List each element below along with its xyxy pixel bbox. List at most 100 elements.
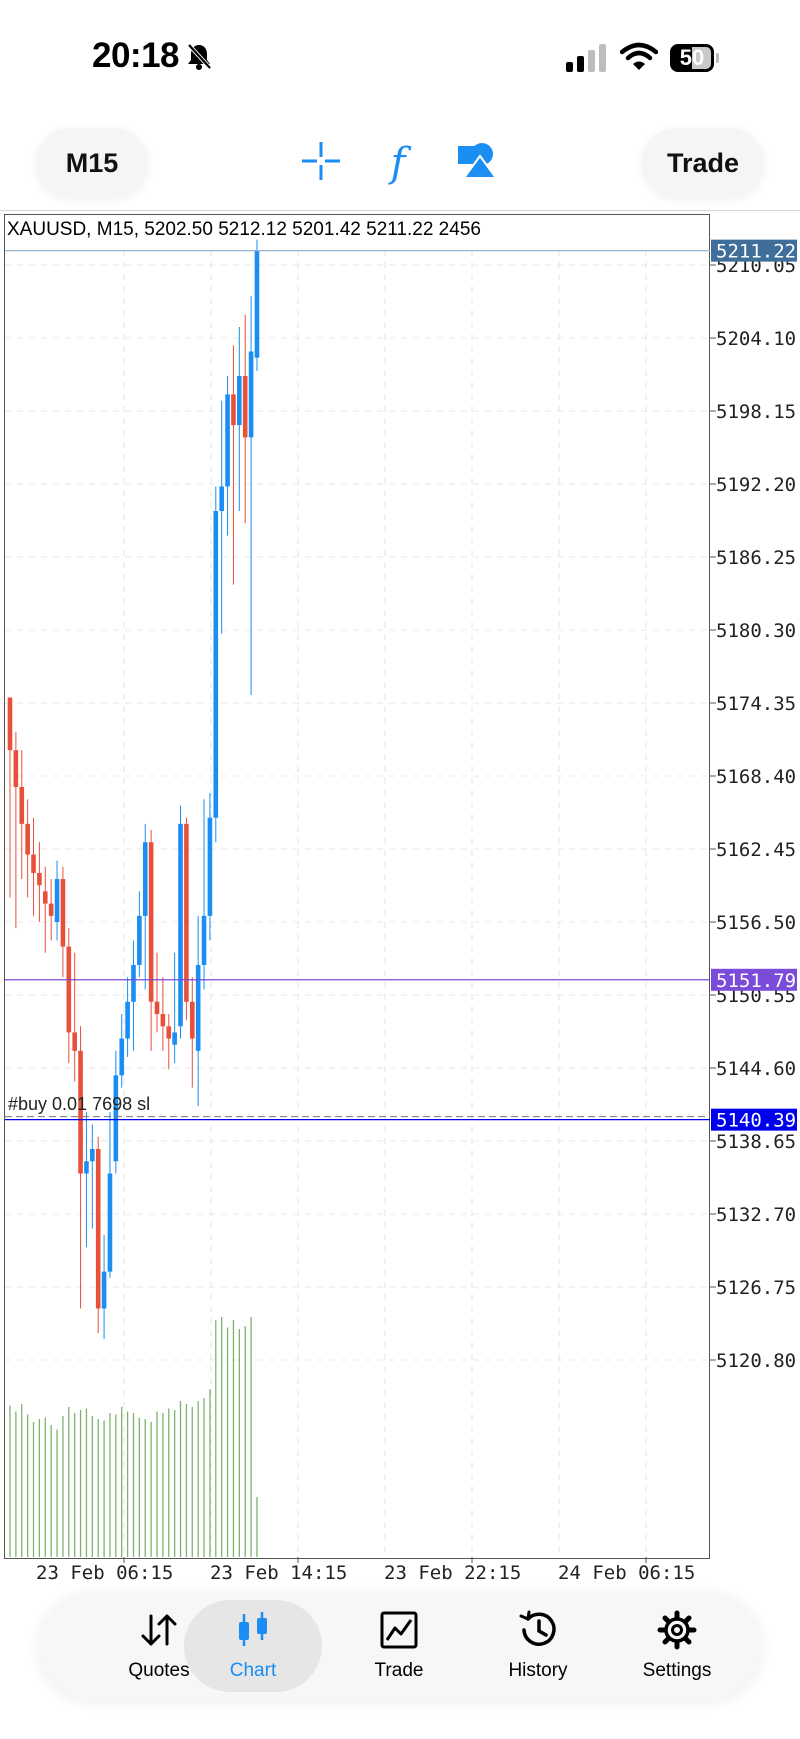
price-axis-label: 5144.60 [716, 1058, 796, 1080]
candle [248, 296, 254, 696]
candle [13, 731, 19, 929]
candle [219, 400, 224, 634]
candle [195, 915, 201, 1107]
candle [142, 823, 148, 990]
candle-body [219, 486, 224, 511]
candle [254, 239, 260, 371]
candle-body [213, 510, 219, 818]
candle [125, 977, 130, 1057]
settings-gear-icon [657, 1610, 697, 1650]
price-axis-label: 5120.80 [716, 1350, 796, 1372]
time-axis-label: 23 Feb 06:15 [36, 1562, 173, 1580]
candle-body [201, 915, 207, 965]
candle-body [25, 823, 30, 855]
candle-body [13, 750, 19, 788]
candle-body [172, 1032, 177, 1045]
candle [201, 799, 207, 990]
candle-body [207, 817, 213, 916]
candle-body [242, 376, 248, 438]
candle [72, 952, 77, 1082]
candle-body [231, 394, 236, 426]
price-axis-label: 5204.10 [716, 328, 796, 350]
candle [101, 1234, 107, 1340]
candle-body [131, 964, 136, 1002]
candle-body [237, 376, 242, 426]
nav-item-settings[interactable]: Settings [608, 1600, 746, 1692]
candle-body [137, 915, 142, 965]
price-axis-label: 5126.75 [716, 1277, 796, 1299]
candle [37, 842, 42, 922]
nav-label-chart: Chart [229, 1660, 277, 1681]
candle-body [66, 946, 72, 1033]
candle-body [184, 823, 189, 1002]
nav-item-history[interactable]: History [469, 1600, 607, 1692]
candle [84, 1112, 89, 1248]
candle [189, 977, 195, 1088]
candle-body [142, 842, 148, 916]
price-level-tag-label: 5151.79 [716, 970, 796, 992]
candle-body [7, 697, 13, 751]
candle-body [225, 394, 230, 487]
candle [184, 817, 189, 1021]
nav-item-trade[interactable]: Trade [330, 1600, 468, 1692]
candle [225, 376, 230, 536]
candle [178, 805, 183, 1039]
price-axis-label: 5180.30 [716, 620, 796, 642]
bottom-nav: Quotes Chart Trade History Settings [38, 1592, 762, 1700]
price-axis-label: 5192.20 [716, 474, 796, 496]
candle-body [54, 879, 60, 922]
price-axis-label: 5168.40 [716, 766, 796, 788]
nav-label-trade: Trade [374, 1660, 424, 1681]
time-axis-label: 23 Feb 22:15 [384, 1562, 521, 1580]
candle-body [125, 1001, 130, 1039]
candle [42, 866, 48, 953]
candle [237, 326, 242, 511]
candle [166, 1014, 172, 1070]
price-axis-label: 5132.70 [716, 1204, 796, 1226]
candle-body [166, 1026, 172, 1039]
candle [54, 860, 60, 941]
time-axis-label: 23 Feb 14:15 [210, 1562, 347, 1580]
candle-body [42, 891, 48, 904]
price-axis-label: 5156.50 [716, 912, 796, 934]
chart-candles-icon [239, 1612, 267, 1646]
candle-body [90, 1148, 95, 1162]
candle-body [19, 787, 25, 824]
candle-body [178, 823, 183, 1027]
candle-body [113, 1075, 119, 1162]
candle [131, 940, 136, 1051]
candle-body [107, 1173, 113, 1272]
candle-body [95, 1148, 101, 1309]
candle-body [148, 842, 154, 1002]
candle-body [254, 250, 260, 358]
order-price-tag-label: 5140.39 [716, 1110, 796, 1132]
candle [7, 697, 13, 898]
candle [78, 1026, 83, 1309]
candle-body [154, 1001, 160, 1015]
price-axis-label: 5174.35 [716, 693, 796, 715]
candle-body [101, 1271, 107, 1309]
candle [48, 879, 54, 941]
candle [154, 952, 160, 1033]
nav-item-chart[interactable]: Chart [184, 1600, 322, 1692]
quotes-arrows-icon [141, 1614, 177, 1646]
candle [31, 817, 36, 916]
candle [95, 1136, 101, 1334]
candle-body [37, 872, 42, 886]
candle-body [119, 1038, 125, 1076]
order-label: #buy 0.01 7698 sl [8, 1094, 151, 1114]
nav-label-history: History [508, 1660, 568, 1681]
candle-body [31, 854, 36, 873]
time-axis-label: 24 Feb 06:15 [558, 1562, 695, 1580]
candle [66, 928, 72, 1064]
candle-body [189, 1001, 195, 1039]
candle-body [195, 964, 201, 1051]
candle-body [48, 903, 54, 916]
candle [90, 1124, 95, 1229]
candle [25, 799, 30, 898]
candle-body [160, 1014, 166, 1027]
candle [19, 750, 25, 880]
candle-body [248, 351, 254, 438]
history-clock-icon [519, 1610, 556, 1646]
candle [137, 891, 142, 978]
